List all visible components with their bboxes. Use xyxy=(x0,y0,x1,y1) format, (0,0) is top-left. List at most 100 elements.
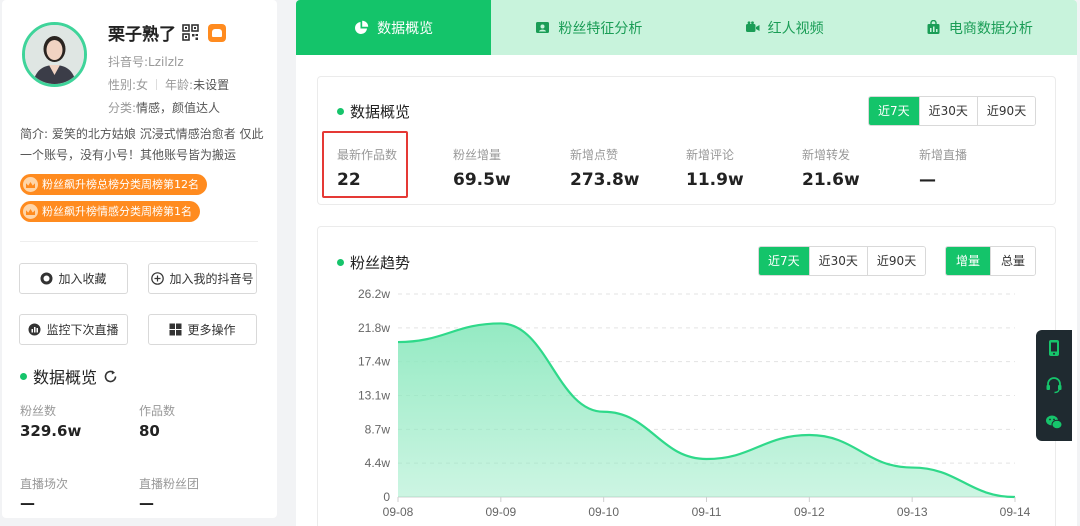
y-tick-label: 17.4w xyxy=(358,355,390,369)
tab-fan-analysis[interactable]: 粉丝特征分析 xyxy=(491,0,686,55)
customer-service-icon[interactable] xyxy=(1045,376,1063,394)
monitor-live-label: 监控下次直播 xyxy=(46,323,119,337)
fans-value: 329.6w xyxy=(20,422,82,440)
more-actions-button[interactable]: 更多操作 xyxy=(148,314,257,345)
fans-label: 粉丝数 xyxy=(20,404,57,418)
tab-label: 电商数据分析 xyxy=(948,20,1033,37)
refresh-icon[interactable] xyxy=(103,369,118,384)
stat-new-likes: 新增点赞 273.8w xyxy=(570,146,639,190)
age-label: 年龄: xyxy=(165,78,194,92)
works-value: 80 xyxy=(139,422,160,440)
works-label: 作品数 xyxy=(139,404,176,418)
rank-tag-label: 粉丝飙升榜情感分类周榜第1名 xyxy=(42,205,192,218)
age-value: 未设置 xyxy=(193,78,230,92)
range-30d-button[interactable]: 近30天 xyxy=(918,97,977,125)
crown-icon xyxy=(23,204,38,219)
tab-label: 数据概览 xyxy=(377,20,434,37)
y-tick-label: 26.2w xyxy=(358,287,390,301)
trend-range-7d-button[interactable]: 近7天 xyxy=(759,247,809,275)
add-favorite-label: 加入收藏 xyxy=(58,272,107,286)
area-fill xyxy=(398,323,1015,497)
x-tick-label: 09-11 xyxy=(692,505,722,519)
x-tick-label: 09-10 xyxy=(588,505,619,519)
y-tick-label: 13.1w xyxy=(358,389,390,403)
shop-badge-icon xyxy=(208,24,226,42)
video-camera-icon xyxy=(745,21,760,32)
y-tick-label: 8.7w xyxy=(365,422,391,436)
id-card-icon xyxy=(536,22,550,33)
range-7d-button[interactable]: 近7天 xyxy=(869,97,919,125)
range-90d-button[interactable]: 近90天 xyxy=(976,97,1036,125)
y-tick-label: 21.8w xyxy=(358,321,390,335)
intro-text: 爱笑的北方姑娘 沉浸式情感治愈者 仅此一个账号，没有小号！其他账号皆为搬运 xyxy=(20,127,264,162)
profile-panel: 栗子熟了 抖音号:Lzilzlz 性别:女 年龄:未设置 分类:情感，颜值达人 简… xyxy=(2,0,277,518)
more-actions-label: 更多操作 xyxy=(187,323,236,337)
stat-label: 新增转发 xyxy=(802,148,851,162)
gender-age: 性别:女 年龄:未设置 xyxy=(108,76,229,93)
mode-increment-button[interactable]: 增量 xyxy=(946,247,991,275)
x-tick-label: 09-08 xyxy=(383,505,414,519)
live-count-value: — xyxy=(20,494,35,512)
left-overview-title: 数据概览 xyxy=(20,364,118,388)
profile-name: 栗子熟了 xyxy=(108,25,176,45)
stat-value: 273.8w xyxy=(570,170,640,190)
trend-range-selector: 近7天 近30天 近90天 xyxy=(758,246,927,276)
stat-value: 21.6w xyxy=(802,170,860,190)
trend-range-30d-button[interactable]: 近30天 xyxy=(808,247,867,275)
highlight-box xyxy=(322,131,408,198)
plus-circle-icon xyxy=(151,272,165,285)
stat-new-comments: 新增评论 11.9w xyxy=(686,146,744,190)
gender: 性别:女 xyxy=(108,78,149,92)
monitor-chart-icon xyxy=(28,323,41,336)
shopping-bag-icon xyxy=(927,20,940,34)
x-tick-label: 09-14 xyxy=(1000,505,1031,519)
category: 分类:情感，颜值达人 xyxy=(108,99,220,116)
profile-intro: 简介: 爱笑的北方姑娘 沉浸式情感治愈者 仅此一个账号，没有小号！其他账号皆为搬… xyxy=(20,124,264,166)
crown-icon xyxy=(23,177,38,192)
pie-chart-icon xyxy=(355,20,369,34)
divider xyxy=(20,241,258,242)
stat-value: — xyxy=(919,170,936,190)
x-tick-label: 09-09 xyxy=(485,505,516,519)
stat-label: 粉丝增量 xyxy=(453,148,502,162)
trend-card-title-text: 粉丝趋势 xyxy=(350,254,411,272)
overview-card-title-text: 数据概览 xyxy=(350,103,411,121)
main-tabs: 数据概览 粉丝特征分析 红人视频 电商数据分析 xyxy=(296,0,1077,55)
y-tick-label: 0 xyxy=(383,490,390,504)
tab-ecommerce-analysis[interactable]: 电商数据分析 xyxy=(882,0,1077,55)
left-overview-title-text: 数据概览 xyxy=(33,368,98,387)
monitor-live-button[interactable]: 监控下次直播 xyxy=(19,314,128,345)
category-value: 情感，颜值达人 xyxy=(136,101,221,115)
tab-label: 粉丝特征分析 xyxy=(558,20,643,37)
overview-card-title: 数据概览 xyxy=(337,101,410,122)
y-tick-label: 4.4w xyxy=(365,456,391,470)
x-tick-label: 09-13 xyxy=(897,505,928,519)
douyin-id: 抖音号:Lzilzlz xyxy=(108,55,184,69)
rank-tag[interactable]: 粉丝飙升榜总榜分类周榜第12名 xyxy=(20,174,207,195)
favorite-circle-icon xyxy=(40,272,53,285)
trend-range-90d-button[interactable]: 近90天 xyxy=(866,247,926,275)
fan-club-value: — xyxy=(139,494,154,512)
green-dot-icon xyxy=(337,108,344,115)
stat-label: 新增评论 xyxy=(686,148,735,162)
add-my-douyin-button[interactable]: 加入我的抖音号 xyxy=(148,263,257,294)
tab-data-overview[interactable]: 数据概览 xyxy=(296,0,492,55)
wechat-icon[interactable] xyxy=(1045,413,1063,431)
rank-tag-label: 粉丝飙升榜总榜分类周榜第12名 xyxy=(42,178,199,191)
stat-label: 新增直播 xyxy=(919,148,968,162)
phone-icon[interactable] xyxy=(1045,339,1063,357)
rank-tag[interactable]: 粉丝飙升榜情感分类周榜第1名 xyxy=(20,201,200,222)
stat-label: 新增点赞 xyxy=(570,148,619,162)
green-dot-icon xyxy=(20,372,27,380)
add-my-douyin-label: 加入我的抖音号 xyxy=(169,272,254,286)
add-favorite-button[interactable]: 加入收藏 xyxy=(19,263,128,294)
fan-club-label: 直播粉丝团 xyxy=(139,477,200,491)
stat-value: 69.5w xyxy=(453,170,511,190)
qr-code-icon[interactable] xyxy=(182,24,199,41)
mode-total-button[interactable]: 总量 xyxy=(990,247,1036,275)
avatar[interactable] xyxy=(22,22,87,87)
stat-new-lives: 新增直播 — xyxy=(919,146,967,190)
overview-range-selector: 近7天 近30天 近90天 xyxy=(868,96,1037,126)
category-label: 分类: xyxy=(108,101,137,115)
tab-influencer-videos[interactable]: 红人视频 xyxy=(687,0,882,55)
